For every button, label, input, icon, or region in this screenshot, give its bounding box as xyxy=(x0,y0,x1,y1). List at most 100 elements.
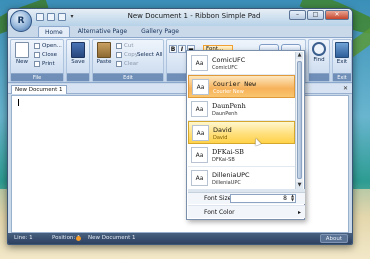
bold-button[interactable]: B xyxy=(169,45,177,53)
cut-label: Cut xyxy=(124,43,134,49)
clear-label: Clear xyxy=(124,61,139,67)
font-preview-swatch: Aa xyxy=(191,170,208,186)
font-size-label: Font Size xyxy=(204,195,232,202)
exit-icon xyxy=(335,42,349,58)
italic-button[interactable]: I xyxy=(178,45,186,53)
font-item[interactable]: Aa DilleniaUPC DilleniaUPC xyxy=(188,167,295,189)
clear-button[interactable]: Clear xyxy=(116,60,138,69)
font-item[interactable]: Aa David David xyxy=(188,121,295,144)
cut-button[interactable]: Cut xyxy=(116,42,133,51)
close-document-icon[interactable]: ✕ xyxy=(343,85,348,93)
scroll-thumb[interactable] xyxy=(297,61,302,179)
font-name: DaunPenh xyxy=(212,102,246,110)
font-name: Courier New xyxy=(213,80,257,88)
paste-label: Paste xyxy=(96,59,112,65)
edit-group: Paste Cut Copy Clear Select All Edit xyxy=(92,39,164,82)
font-size-input[interactable]: 8 xyxy=(230,194,296,203)
exit-group: Exit Exit xyxy=(332,39,352,82)
qat-save-icon[interactable] xyxy=(58,13,66,21)
select-all-label: Select All xyxy=(137,52,163,58)
save-label: Save xyxy=(71,59,85,65)
font-color-menu-item[interactable]: Font Color ▸ xyxy=(188,205,305,218)
font-name: ComicUFC xyxy=(212,56,246,64)
save-button[interactable]: Save xyxy=(68,42,88,65)
quick-access-toolbar: ▾ xyxy=(36,13,75,21)
print-label: Print xyxy=(42,61,55,67)
scissors-icon xyxy=(116,42,122,49)
status-bar: Line: 1 Position: 1 New Document 1 About xyxy=(8,233,352,244)
scroll-up-icon[interactable]: ▲ xyxy=(296,52,303,59)
find-button[interactable]: Find xyxy=(309,42,329,63)
font-item[interactable]: Aa Courier New Courier New xyxy=(188,75,295,98)
close-label: Close xyxy=(42,52,57,58)
folder-icon xyxy=(34,42,40,49)
print-button[interactable]: Print xyxy=(34,60,55,69)
title-bar: ▾ New Document 1 - Ribbon Simple Pad – □… xyxy=(8,9,352,26)
font-size-row: Font Size 8 ▲ ▼ xyxy=(188,192,305,204)
maximize-button[interactable]: □ xyxy=(307,10,324,20)
printer-icon xyxy=(34,60,40,67)
new-document-icon xyxy=(15,42,29,58)
paste-button[interactable]: Paste xyxy=(94,42,114,65)
close-button[interactable]: ✕ xyxy=(325,10,349,20)
open-label: Open... xyxy=(42,43,62,49)
tab-alternative-page[interactable]: Alternative Page xyxy=(72,26,133,37)
font-dropdown: Aa ComicUFC ComicUFC Aa Courier New Courier N… xyxy=(186,50,305,220)
find-group: Find xyxy=(308,39,330,82)
select-all-button[interactable]: Select All xyxy=(137,51,163,60)
font-color-label: Font Color xyxy=(204,209,235,216)
clear-icon xyxy=(116,60,122,67)
qat-customize-icon[interactable]: ▾ xyxy=(69,13,75,21)
document-tab[interactable]: New Document 1 xyxy=(11,85,67,94)
font-list-scrollbar[interactable]: ▲ ▼ xyxy=(295,52,303,189)
about-button[interactable]: About xyxy=(319,234,348,243)
status-indicator-icon xyxy=(76,236,81,241)
close-doc-icon xyxy=(34,51,40,58)
file-group: New Open... Close Print File xyxy=(10,39,64,82)
status-line: Line: 1 xyxy=(14,235,33,241)
font-item[interactable]: Aa DaunPenh DaunPenh xyxy=(188,98,295,121)
tab-gallery-page[interactable]: Gallery Page xyxy=(135,26,185,37)
font-subname: DilleniaUPC xyxy=(212,180,241,186)
open-button[interactable]: Open... xyxy=(34,42,62,51)
font-subname: David xyxy=(213,135,228,141)
qat-open-icon[interactable] xyxy=(47,13,55,21)
ribbon-tabs: Home Alternative Page Gallery Page xyxy=(38,26,185,37)
exit-group-label: Exit xyxy=(333,73,351,81)
save-group-label xyxy=(67,73,89,81)
window-title: New Document 1 - Ribbon Simple Pad xyxy=(127,12,261,20)
text-caret xyxy=(18,99,19,106)
submenu-arrow-icon: ▸ xyxy=(297,209,301,216)
find-group-label xyxy=(309,73,329,81)
exit-label: Exit xyxy=(336,59,348,65)
copy-label: Copy xyxy=(124,52,138,58)
font-preview-swatch: Aa xyxy=(192,125,209,141)
copy-button[interactable]: Copy xyxy=(116,51,138,60)
find-label: Find xyxy=(313,57,325,63)
font-preview-swatch: Aa xyxy=(191,147,208,163)
qat-new-icon[interactable] xyxy=(36,13,44,21)
font-name: David xyxy=(213,126,232,134)
font-subname: Courier New xyxy=(213,89,244,95)
font-item[interactable]: Aa DFKai-SB DFKai-SB xyxy=(188,144,295,167)
file-group-label: File xyxy=(11,73,63,81)
tab-home[interactable]: Home xyxy=(38,26,70,37)
magnifier-icon xyxy=(312,42,326,56)
font-list: Aa ComicUFC ComicUFC Aa Courier New Courier N… xyxy=(188,52,295,189)
application-menu-button[interactable]: R xyxy=(10,10,32,32)
edit-group-label: Edit xyxy=(93,73,163,81)
scroll-down-icon[interactable]: ▼ xyxy=(296,182,303,189)
font-preview-swatch: Aa xyxy=(191,101,208,117)
font-subname: ComicUFC xyxy=(212,65,238,71)
font-name: DFKai-SB xyxy=(212,148,244,156)
new-label: New xyxy=(16,59,28,65)
font-subname: DFKai-SB xyxy=(212,157,235,163)
close-doc-button[interactable]: Close xyxy=(34,51,57,60)
minimize-button[interactable]: – xyxy=(289,10,306,20)
clipboard-icon xyxy=(97,42,111,58)
new-button[interactable]: New xyxy=(12,42,32,65)
font-size-spinner-icon[interactable]: ▲ ▼ xyxy=(289,194,296,203)
font-item[interactable]: Aa ComicUFC ComicUFC xyxy=(188,52,295,75)
window-controls: – □ ✕ xyxy=(289,10,349,20)
exit-button[interactable]: Exit xyxy=(332,42,352,65)
